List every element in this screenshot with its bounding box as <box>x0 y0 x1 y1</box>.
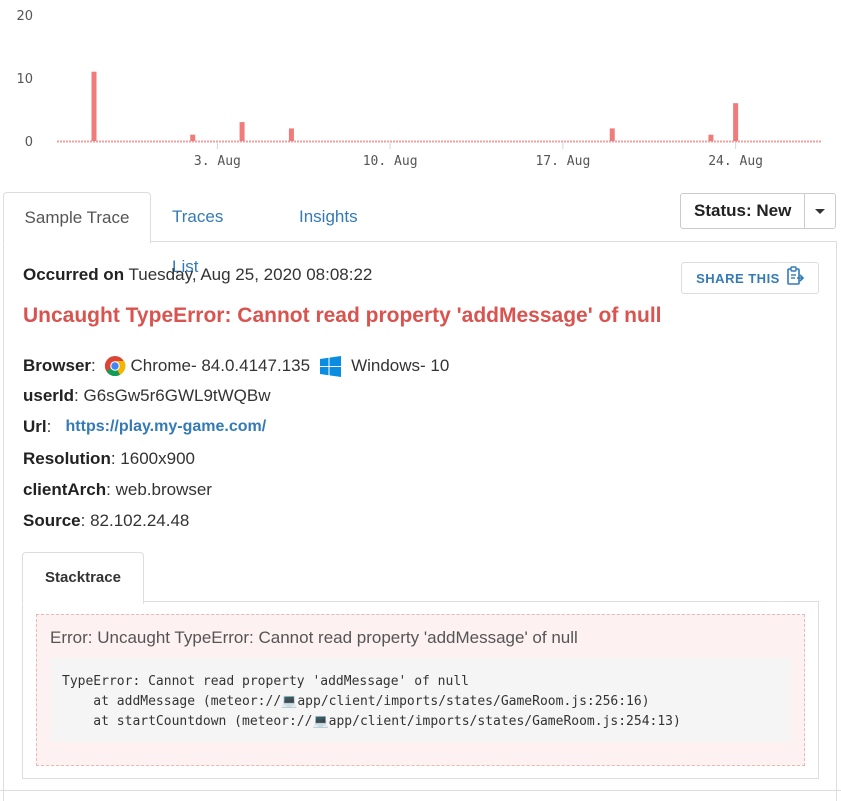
stacktrace-error-heading: Error: Uncaught TypeError: Cannot read p… <box>50 628 578 647</box>
os-version: - 10 <box>420 356 450 375</box>
clientarch-label: clientArch <box>23 480 107 499</box>
chrome-icon <box>104 355 126 377</box>
chart-bar[interactable] <box>190 134 196 141</box>
y-tick-label: 20 <box>16 9 33 24</box>
chart-bar[interactable] <box>288 128 294 141</box>
source-value: 82.102.24.48 <box>90 511 190 530</box>
y-tick-label: 10 <box>16 72 33 87</box>
tab-insights[interactable]: Insights <box>299 192 358 242</box>
stacktrace-code: TypeError: Cannot read property 'addMess… <box>50 658 791 742</box>
clientarch-row: clientArch: web.browser <box>23 480 212 499</box>
browser-label: Browser <box>23 356 92 375</box>
source-label: Source <box>23 511 81 530</box>
source-row: Source: 82.102.24.48 <box>23 511 190 530</box>
chart-bar[interactable] <box>91 71 97 141</box>
x-axis-ticks: 3. Aug 10. Aug 17. Aug 24. Aug <box>194 142 763 169</box>
clipboard-icon <box>786 265 804 291</box>
url-label: Url <box>23 417 47 436</box>
x-tick-label: 17. Aug <box>535 154 590 169</box>
occurred-value: Tuesday, Aug 25, 2020 08:08:22 <box>124 265 373 284</box>
x-tick-label: 3. Aug <box>194 154 241 169</box>
url-link[interactable]: https://play.my-game.com/ <box>66 418 267 436</box>
share-button[interactable]: SHARE THIS <box>681 262 819 294</box>
tab-sample-trace[interactable]: Sample Trace <box>3 192 151 244</box>
error-title: Uncaught TypeError: Cannot read property… <box>23 304 662 327</box>
chart-bar[interactable] <box>733 103 739 141</box>
url-row: Url: https://play.my-game.com/ <box>23 417 267 436</box>
resolution-row: Resolution: 1600x900 <box>23 449 195 468</box>
chart-bar[interactable] <box>708 134 714 141</box>
status-caret[interactable] <box>805 194 835 228</box>
x-tick-label: 24. Aug <box>708 154 763 169</box>
errors-over-time-chart: 0 10 20 3. Aug 10. Aug 17. Aug 24. Aug <box>16 9 822 169</box>
clientarch-value: web.browser <box>115 480 212 499</box>
x-tick-label: 10. Aug <box>363 154 418 169</box>
resolution-value: 1600x900 <box>120 449 195 468</box>
chart-bar[interactable] <box>609 128 615 141</box>
tab-stacktrace[interactable]: Stacktrace <box>22 552 144 604</box>
chart-bars <box>91 71 739 141</box>
resolution-label: Resolution <box>23 449 111 468</box>
status-label[interactable]: Status: New <box>681 194 806 228</box>
userid-row: userId: G6sGw5r6GWL9tWQBw <box>23 386 271 405</box>
status-dropdown[interactable]: Status: New <box>680 193 837 229</box>
browser-version: - 84.0.4147.135 <box>190 356 311 375</box>
colon: : <box>91 356 101 375</box>
tab-traces-list[interactable]: Traces List <box>172 192 223 276</box>
y-axis-ticks: 0 10 20 <box>16 9 33 150</box>
windows-icon <box>320 355 342 377</box>
occurred-label: Occurred on <box>23 265 125 284</box>
userid-label: userId <box>23 386 75 405</box>
userid-value: G6sGw5r6GWL9tWQBw <box>83 386 271 405</box>
caret-down-icon <box>815 208 826 214</box>
occurred-on: Occurred on Tuesday, Aug 25, 2020 08:08:… <box>23 265 372 285</box>
browser-row: Browser: Chrome - 84.0.4147.135 Windows … <box>23 355 449 377</box>
browser-name: Chrome <box>130 356 191 375</box>
os-name: Windows <box>351 356 421 375</box>
y-tick-label: 0 <box>25 135 33 150</box>
chart-bar[interactable] <box>239 122 245 141</box>
stacktrace-box: Error: Uncaught TypeError: Cannot read p… <box>36 614 805 766</box>
share-label: SHARE THIS <box>696 270 780 286</box>
